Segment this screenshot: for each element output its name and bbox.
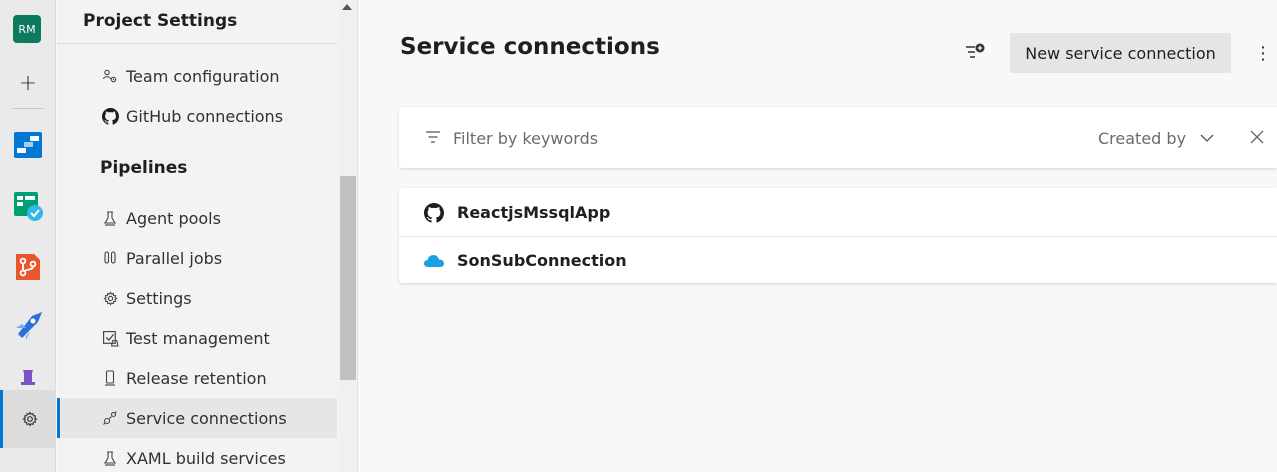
list-item[interactable]: ReactjsMssqlApp: [399, 189, 1277, 236]
app-rail: RM +: [0, 0, 56, 472]
connection-name: SonSubConnection: [457, 251, 627, 270]
github-icon: [423, 202, 445, 224]
sidebar-item-label: Parallel jobs: [126, 248, 223, 268]
sidebar-item-label: XAML build services: [126, 448, 286, 468]
filter-bar: Created by: [399, 107, 1277, 168]
filter-keywords-input[interactable]: [453, 125, 953, 151]
sidebar-item-parallel-jobs[interactable]: Parallel jobs: [57, 238, 337, 278]
project-settings-button[interactable]: [0, 390, 56, 448]
sidebar-item-label: Test management: [126, 328, 270, 348]
project-settings-sidebar: Project Settings Team configuration GitH…: [57, 0, 358, 472]
agent-pool-icon: [101, 449, 119, 467]
sidebar-item-github-connections[interactable]: GitHub connections: [57, 96, 337, 136]
gear-icon: [101, 289, 119, 307]
sidebar-item-team-configuration[interactable]: Team configuration: [57, 56, 337, 96]
repos-icon[interactable]: [12, 250, 44, 282]
pipelines-icon[interactable]: [12, 310, 44, 342]
list-item[interactable]: SonSubConnection: [399, 237, 1277, 284]
rail-divider: [12, 108, 44, 109]
github-icon: [101, 107, 119, 125]
sidebar-item-label: Release retention: [126, 368, 267, 388]
service-connections-list: ReactjsMssqlApp SonSubConnection: [399, 188, 1277, 283]
sidebar-item-label: Settings: [126, 288, 192, 308]
team-config-icon: [101, 67, 119, 85]
new-project-plus-icon[interactable]: +: [15, 70, 41, 96]
sidebar-header: Project Settings: [57, 0, 337, 44]
sidebar-item-agent-pools[interactable]: Agent pools: [57, 198, 337, 238]
test-management-icon: [101, 329, 119, 347]
filter-add-icon: [966, 43, 985, 58]
app-root: RM + Project Settings Team configuration…: [0, 0, 1277, 472]
scroll-up-arrow-icon[interactable]: [342, 4, 352, 10]
more-options-icon[interactable]: ⋮: [1253, 40, 1273, 66]
gear-icon: [21, 411, 38, 427]
new-service-connection-button[interactable]: New service connection: [1010, 33, 1231, 73]
azure-cloud-icon: [423, 250, 445, 272]
sidebar-item-xaml-build-services[interactable]: XAML build services: [57, 438, 337, 472]
connection-name: ReactjsMssqlApp: [457, 203, 611, 222]
sidebar-title: Project Settings: [83, 11, 238, 31]
plug-icon: [101, 409, 119, 427]
sidebar-item-release-retention[interactable]: Release retention: [57, 358, 337, 398]
filter-toggle-button[interactable]: [963, 40, 987, 62]
close-icon: [1250, 130, 1264, 144]
sidebar-item-settings[interactable]: Settings: [57, 278, 337, 318]
sidebar-item-label: Service connections: [126, 408, 287, 428]
scrollbar-thumb[interactable]: [340, 176, 356, 380]
agent-pool-icon: [101, 209, 119, 227]
main-content: Service connections New service connecti…: [359, 0, 1277, 472]
sidebar-item-label: Agent pools: [126, 208, 221, 228]
clear-filter-button[interactable]: [1248, 128, 1266, 146]
created-by-dropdown[interactable]: Created by: [1098, 126, 1214, 150]
sidebar-item-test-management[interactable]: Test management: [57, 318, 337, 358]
page-title: Service connections: [400, 34, 660, 60]
sidebar-item-label: Team configuration: [126, 66, 280, 86]
user-avatar[interactable]: RM: [13, 15, 41, 43]
created-by-label: Created by: [1098, 128, 1187, 148]
phone-icon: [101, 369, 119, 387]
sidebar-scrollbar[interactable]: [339, 0, 357, 472]
sidebar-group-pipelines: Pipelines: [100, 158, 188, 178]
parallel-jobs-icon: [101, 249, 119, 267]
boards-icon[interactable]: [12, 128, 44, 160]
boards-check-icon[interactable]: [12, 190, 44, 222]
chevron-down-icon: [1200, 131, 1214, 145]
filter-icon: [426, 131, 440, 143]
sidebar-item-label: GitHub connections: [126, 106, 284, 126]
sidebar-item-service-connections[interactable]: Service connections: [57, 398, 337, 438]
